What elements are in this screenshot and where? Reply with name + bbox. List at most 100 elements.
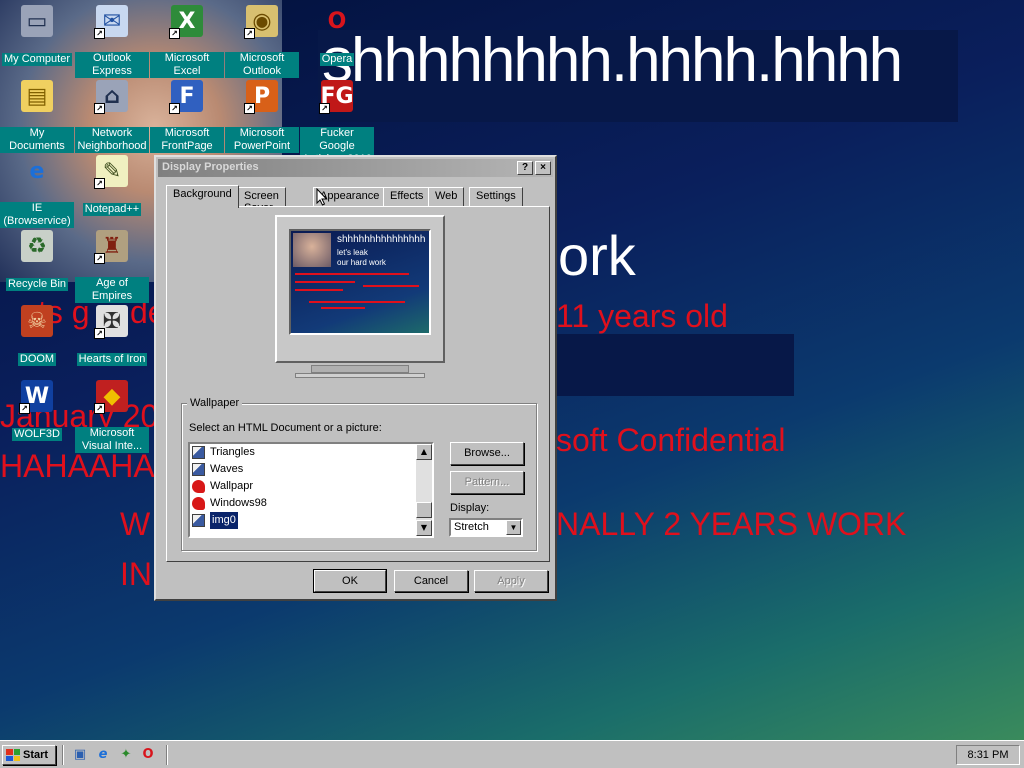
shortcut-arrow-icon: ↗ <box>94 28 105 39</box>
desktop-icon-label: Opera <box>319 53 355 66</box>
preview-line2: our hard work <box>337 258 386 267</box>
bitmap-icon <box>192 446 205 459</box>
wallpaper-list-item[interactable]: Triangles <box>190 444 432 461</box>
taskbar-separator <box>166 745 168 765</box>
antivirus-icon: FG ↗ <box>319 80 354 114</box>
html-doc-icon <box>192 480 205 493</box>
wallpaper-title: shhhhhhhh.hhhh.hhhh <box>322 26 903 95</box>
pattern-button[interactable]: Pattern... <box>450 471 524 494</box>
background-panel: shhhhhhhhhhhhhhh let's leak our hard wor… <box>166 206 550 562</box>
monitor-base <box>295 373 425 378</box>
tab-settings[interactable]: Settings <box>469 187 523 207</box>
start-label: Start <box>23 749 49 761</box>
taskbar-separator <box>62 745 64 765</box>
wallpaper-list-item[interactable]: Windows98 <box>190 495 432 512</box>
opera-icon[interactable]: O <box>140 747 156 763</box>
preview-red-line <box>363 285 419 287</box>
desktop-icon-label: Microsoft Outlook <box>225 52 299 78</box>
shortcut-arrow-icon: ↗ <box>94 328 105 339</box>
monitor-stand <box>311 365 409 373</box>
desktop-icon[interactable]: ⌂ ↗ Network Neighborhood <box>75 80 149 153</box>
desktop-icon[interactable]: ◆ ↗ Microsoft Visual Inte... <box>75 380 149 453</box>
wallpaper-list-item[interactable]: Wallpapr <box>190 478 432 495</box>
wallpaper-list-item[interactable]: img0 <box>190 511 432 530</box>
doom-icon: ☠ <box>21 305 53 337</box>
desktop-icon[interactable]: ✉ ↗ Outlook Express <box>75 5 149 78</box>
bitmap-icon <box>192 514 205 527</box>
monitor-preview: shhhhhhhhhhhhhhh let's leak our hard wor… <box>275 215 445 363</box>
desktop-icon[interactable]: W ↗ WOLF3D <box>0 380 74 441</box>
start-button[interactable]: Start <box>2 745 56 765</box>
wallpaper-list-item[interactable]: Waves <box>190 461 432 478</box>
shortcut-arrow-icon: ↗ <box>94 103 105 114</box>
ie-icon[interactable]: e <box>95 747 111 763</box>
outlook-icon: ◉ ↗ <box>244 5 278 39</box>
preview-screen: shhhhhhhhhhhhhhh let's leak our hard wor… <box>289 229 431 335</box>
desktop-icon[interactable]: ◉ ↗ Microsoft Outlook <box>225 5 299 78</box>
wallpaper-final-text: NALLY 2 YEARS WORK <box>556 506 907 542</box>
wallpaper-list-item-label: img0 <box>209 511 239 530</box>
wallpaper-ork-text: ork <box>558 224 636 287</box>
shortcut-arrow-icon: ↗ <box>19 403 30 414</box>
desktop-icon[interactable]: FG↗Fucker Google Antivirus 2010 <box>300 80 374 166</box>
chevron-down-icon[interactable]: ▼ <box>506 520 521 535</box>
scroll-thumb[interactable] <box>416 502 432 518</box>
desktop-icon[interactable]: ☠ DOOM <box>0 305 74 366</box>
show-desktop-icon[interactable]: ▣ <box>72 747 88 763</box>
tab-background[interactable]: Background <box>166 185 239 208</box>
desktop-icon[interactable]: ▤ My Documents <box>0 80 74 153</box>
close-button[interactable]: × <box>535 161 551 175</box>
wallpaper-list[interactable]: Triangles Waves Wallpapr Windows98 img0 ▲ ▼ <box>188 442 434 538</box>
frontpage-icon: F ↗ <box>169 80 203 114</box>
channels-icon[interactable]: ✦ <box>118 747 134 763</box>
desktop-icon[interactable]: ✎ ↗ Notepad++ <box>75 155 149 216</box>
tab-screen-saver[interactable]: Screen Saver <box>237 187 286 214</box>
shortcut-arrow-icon: ↗ <box>94 178 105 189</box>
scroll-up-button[interactable]: ▲ <box>416 444 432 460</box>
wallpaper-dark-box <box>556 334 794 396</box>
clock[interactable]: 8:31 PM <box>968 749 1009 761</box>
desktop-icon[interactable]: P ↗ Microsoft PowerPoint <box>225 80 299 153</box>
select-prompt: Select an HTML Document or a picture: <box>189 422 382 434</box>
help-button[interactable]: ? <box>517 161 533 175</box>
ie-icon: e <box>29 158 45 184</box>
desktop-icon[interactable]: O Opera <box>300 5 374 66</box>
preview-title: shhhhhhhhhhhhhhh <box>337 234 426 245</box>
display-select[interactable]: Stretch ▼ <box>449 518 523 537</box>
desktop-icon-label: My Computer <box>1 53 73 66</box>
tab-web[interactable]: Web <box>428 187 465 207</box>
folder-icon: ▤ <box>21 80 53 112</box>
tab-effects[interactable]: Effects <box>383 187 431 207</box>
preview-line1: let's leak <box>337 248 368 257</box>
desktop-icon[interactable]: ▭ My Computer <box>0 5 74 66</box>
list-scrollbar[interactable]: ▲ ▼ <box>416 444 432 536</box>
hearts-of-iron-icon: ✠ ↗ <box>94 305 128 339</box>
display-properties-dialog: Display Properties ? × Background Screen… <box>154 155 557 601</box>
display-label: Display: <box>450 502 490 514</box>
desktop-icon[interactable]: F ↗ Microsoft FrontPage <box>150 80 224 153</box>
shortcut-arrow-icon: ↗ <box>244 28 255 39</box>
powerpoint-icon: P ↗ <box>244 80 278 114</box>
dialog-titlebar[interactable]: Display Properties ? × <box>158 159 553 177</box>
browse-button[interactable]: Browse... <box>450 442 524 465</box>
apply-button[interactable]: Apply <box>474 570 548 592</box>
mouse-cursor-icon <box>316 188 328 206</box>
desktop-icon-label: Outlook Express <box>75 52 149 78</box>
outlook-express-icon: ✉ ↗ <box>94 5 128 39</box>
desktop-icon[interactable]: ✠ ↗ Hearts of Iron <box>75 305 149 366</box>
cancel-button[interactable]: Cancel <box>394 570 468 592</box>
preview-red-line <box>295 289 343 291</box>
preview-red-line <box>321 307 365 309</box>
desktop-icon-label: Notepad++ <box>82 203 142 216</box>
desktop-icon-label: Microsoft FrontPage <box>150 127 224 153</box>
desktop-icon[interactable]: e IE (Browservice) <box>0 155 74 228</box>
wallpaper-list-item-label: Wallpapr <box>210 480 253 492</box>
desktop-icon[interactable]: ♜ ↗ Age of Empires <box>75 230 149 303</box>
desktop-icon-label: Age of Empires <box>75 277 149 303</box>
wallpaper-fragment: HAHAAHAH <box>0 448 178 484</box>
desktop-icon[interactable]: X ↗ Microsoft Excel <box>150 5 224 78</box>
scroll-down-button[interactable]: ▼ <box>416 520 432 536</box>
wallpaper-fragment: W <box>120 506 151 542</box>
ok-button[interactable]: OK <box>313 569 387 593</box>
desktop-icon[interactable]: ♻ Recycle Bin <box>0 230 74 291</box>
